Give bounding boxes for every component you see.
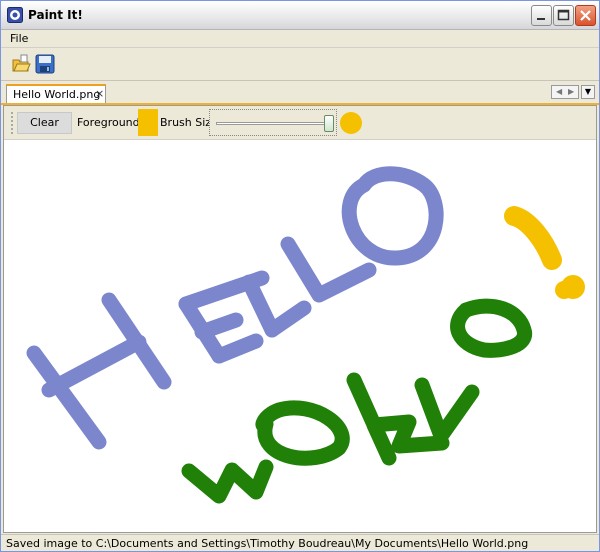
maximize-button[interactable] (553, 5, 574, 26)
toolbar-grip[interactable] (11, 112, 15, 134)
exclamation-stroke (504, 206, 562, 270)
save-file-button[interactable] (33, 52, 57, 76)
maximize-icon (557, 9, 570, 21)
floppy-disk-icon (35, 54, 55, 74)
world-stroke (181, 298, 532, 504)
window-title: Paint It! (28, 8, 83, 22)
main-toolbar (1, 48, 599, 81)
menu-file[interactable]: File (10, 32, 28, 45)
open-folder-icon (12, 54, 31, 72)
clear-button[interactable]: Clear (17, 112, 72, 134)
open-file-button[interactable] (9, 52, 33, 76)
status-bar: Saved image to C:\Documents and Settings… (1, 534, 599, 551)
app-window: Paint It! File Hello World.png × ◀ ▶ ▼ C… (0, 0, 600, 552)
close-button[interactable] (575, 5, 596, 26)
drawing-canvas[interactable] (4, 140, 596, 532)
document-tab-strip: Hello World.png × ◀ ▶ ▼ (1, 81, 599, 105)
document-panel: Clear Foreground Brush Size (3, 105, 597, 533)
foreground-label: Foreground (77, 116, 140, 129)
menu-bar: File (1, 30, 599, 48)
scroll-left-icon[interactable]: ◀ (556, 87, 562, 96)
close-icon (580, 10, 591, 21)
tab-list-dropdown-icon[interactable]: ▼ (581, 85, 595, 99)
tab-label: Hello World.png (13, 88, 101, 101)
scroll-right-icon[interactable]: ▶ (568, 87, 574, 96)
hello-stroke (26, 166, 444, 450)
minimize-button[interactable] (531, 5, 552, 26)
tab-scroll-buttons: ◀ ▶ (551, 85, 579, 99)
title-bar[interactable]: Paint It! (1, 1, 599, 30)
tab-close-icon[interactable]: × (95, 87, 104, 100)
slider-track (216, 122, 332, 125)
minimize-icon (537, 18, 545, 20)
paint-toolbar: Clear Foreground Brush Size (4, 106, 596, 140)
slider-thumb[interactable] (324, 115, 334, 132)
brush-size-slider[interactable] (209, 109, 337, 136)
foreground-color-swatch[interactable] (138, 109, 158, 136)
paint-app-icon (7, 7, 23, 23)
status-text: Saved image to C:\Documents and Settings… (6, 537, 529, 550)
brush-preview (340, 112, 362, 134)
exclamation-dot-2 (555, 281, 573, 299)
tab-hello-world[interactable]: Hello World.png × (6, 84, 106, 103)
